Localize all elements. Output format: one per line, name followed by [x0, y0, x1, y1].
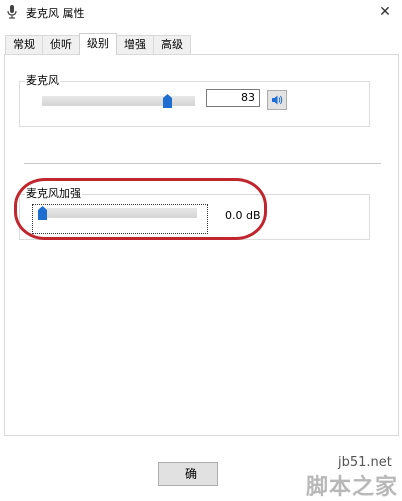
title-bar: 麦克风 属性 ✕: [0, 0, 402, 26]
boost-slider-thumb[interactable]: [38, 206, 47, 220]
separator-line: [24, 163, 381, 164]
microphone-group-label: 麦克风: [25, 74, 60, 88]
microphone-boost-label: 麦克风加强: [25, 187, 82, 201]
mute-button[interactable]: [267, 90, 287, 110]
tab-levels[interactable]: 级别: [79, 33, 117, 55]
close-icon: ✕: [379, 4, 391, 20]
speaker-icon: [272, 95, 283, 105]
tab-listen[interactable]: 侦听: [42, 35, 80, 54]
tab-strip: 常规 侦听 级别 增强 高级: [5, 33, 191, 55]
tab-general[interactable]: 常规: [5, 35, 43, 54]
microphone-icon: [7, 5, 17, 19]
ok-button[interactable]: 确: [158, 462, 218, 486]
levels-panel: 麦克风 83 麦克风加强 0.0 dB: [4, 54, 399, 436]
tab-enhancements[interactable]: 增强: [116, 35, 154, 54]
microphone-slider[interactable]: [42, 96, 195, 106]
boost-value: 0.0 dB: [225, 209, 261, 222]
microphone-level-input[interactable]: 83: [206, 89, 260, 107]
microphone-boost-slider[interactable]: [39, 208, 197, 218]
watermark-url: jb51.net: [338, 455, 392, 470]
tab-advanced[interactable]: 高级: [153, 35, 191, 54]
watermark-text: 脚本之家: [306, 475, 399, 500]
close-button[interactable]: ✕: [374, 2, 396, 22]
window-title: 麦克风 属性: [26, 7, 85, 20]
microphone-group: 麦克风 83: [19, 74, 370, 127]
microphone-slider-thumb[interactable]: [163, 94, 172, 108]
watermark: jb51.net 脚本之家: [300, 455, 402, 500]
microphone-boost-group: 麦克风加强 0.0 dB: [19, 187, 370, 240]
properties-dialog: 麦克风 属性 ✕ 常规 侦听 级别 增强 高级 麦克风 83 麦克风加强 0.0…: [0, 0, 402, 500]
